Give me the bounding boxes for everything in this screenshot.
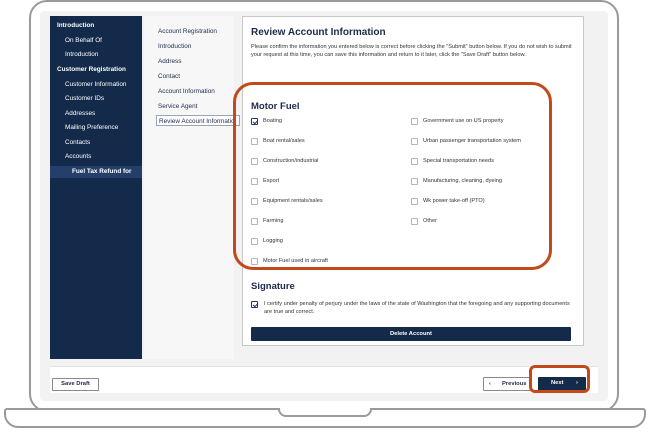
motor-fuel-highlight-outline [233,82,552,270]
delete-account-button[interactable]: Delete Account [251,327,571,341]
nav-item-customer-registration[interactable]: Customer Registration [50,66,149,74]
left-navigation: Introduction On Behalf Of Introduction C… [50,16,142,359]
subnav-item-contact[interactable]: Contact [158,73,180,80]
sub-navigation: Account Registration Introduction Addres… [144,16,240,359]
next-button-highlight-outline [529,365,590,393]
nav-item-customer-ids[interactable]: Customer IDs [50,95,157,103]
subnav-item-account-registration[interactable]: Account Registration [158,28,217,35]
nav-item-introduction-header[interactable]: Introduction [50,22,149,30]
checkbox-certify[interactable] [251,301,258,308]
nav-item-addresses[interactable]: Addresses [50,110,157,118]
page-title: Review Account Information [251,27,386,38]
subnav-item-service-agent[interactable]: Service Agent [158,103,197,110]
save-draft-button[interactable]: Save Draft [52,378,99,391]
page-description: Please confirm the information you enter… [251,44,572,58]
nav-item-contacts[interactable]: Contacts [50,139,157,147]
subnav-item-address[interactable]: Address [158,58,181,65]
signature-title: Signature [251,281,295,292]
subnav-item-introduction[interactable]: Introduction [158,43,191,50]
nav-item-on-behalf-of[interactable]: On Behalf Of [50,37,157,45]
nav-item-customer-information[interactable]: Customer Information [50,81,157,89]
chevron-left-icon: ‹ [489,381,491,387]
previous-button[interactable]: ‹ Previous [483,377,531,391]
previous-button-label: Previous [502,381,527,387]
nav-item-mailing-preference[interactable]: Mailing Preference [50,124,157,132]
laptop-notch [278,408,372,417]
nav-item-introduction[interactable]: Introduction [50,51,157,59]
subnav-item-review-account-information[interactable]: Review Account Informatio [156,115,240,126]
nav-item-accounts[interactable]: Accounts [50,153,157,161]
certify-text: I certify under penalty of perjury under… [264,301,570,315]
subnav-item-account-information[interactable]: Account Information [158,88,215,95]
laptop-screen: Introduction On Behalf Of Introduction C… [40,11,608,401]
nav-item-fuel-tax-refund[interactable]: Fuel Tax Refund for [50,166,142,178]
